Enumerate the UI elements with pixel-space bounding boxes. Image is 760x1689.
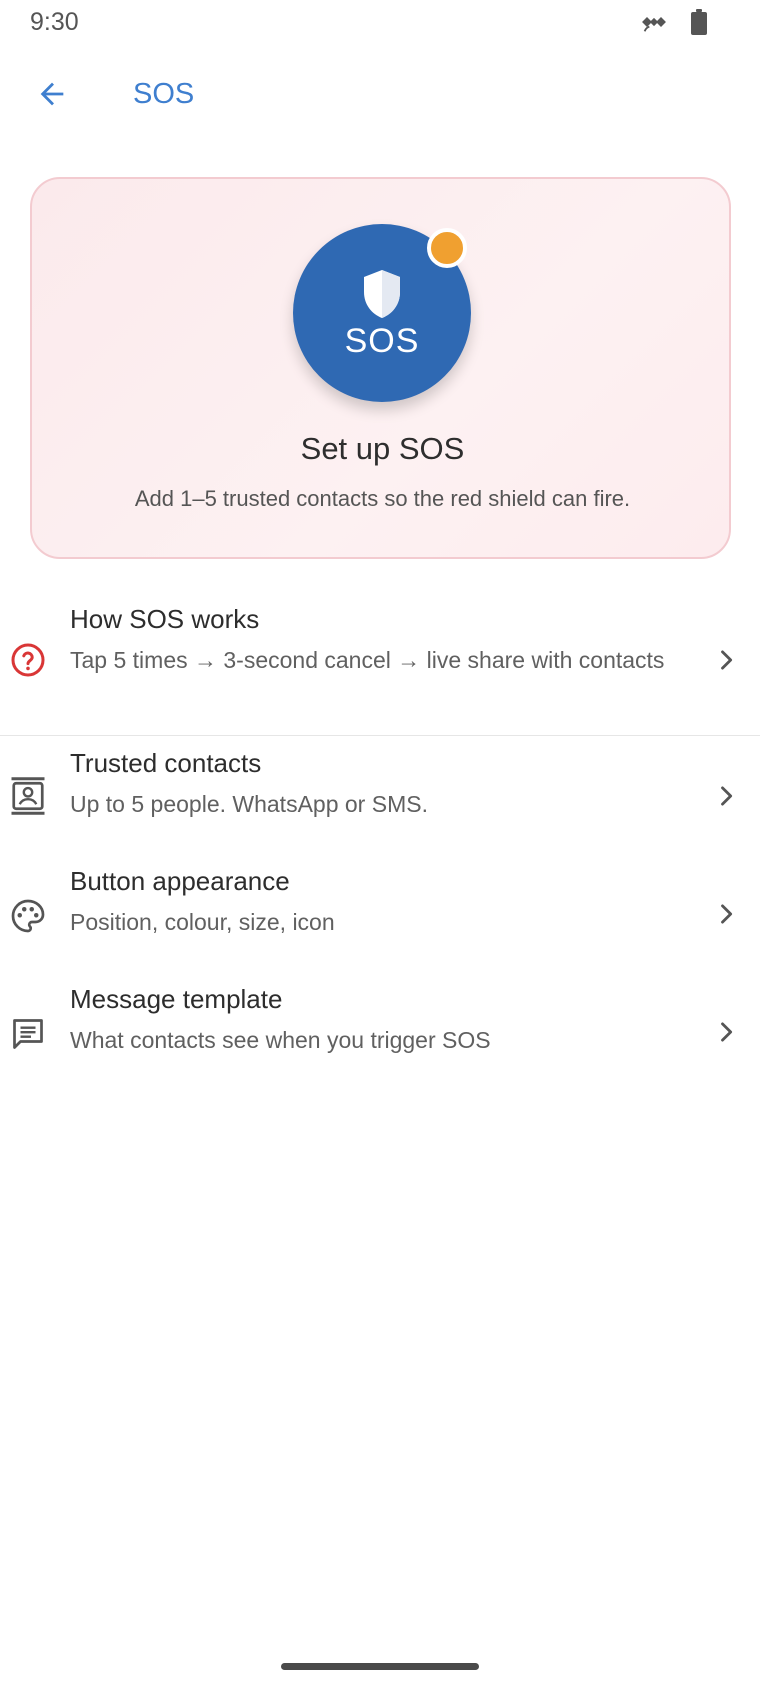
status-icons: [640, 8, 708, 41]
back-button[interactable]: [28, 74, 76, 118]
status-bar: 9:30: [0, 0, 760, 44]
battery-icon: [690, 9, 708, 40]
page-title: SOS: [133, 78, 195, 110]
settings-item-title: Message template: [70, 984, 283, 1014]
chevron-right-icon: [712, 646, 740, 674]
satellite-icon: [640, 8, 668, 41]
help-circle-icon: [8, 640, 48, 680]
chevron-right-icon: [712, 900, 740, 928]
settings-item-subtitle: What contacts see when you trigger SOS: [70, 1027, 491, 1053]
settings-item-subtitle: Position, colour, size, icon: [70, 909, 335, 935]
settings-item-button-appearance[interactable]: Button appearance Position, colour, size…: [0, 854, 760, 972]
settings-item-title: Trusted contacts: [70, 748, 262, 778]
hero-subtitle: Add 1–5 trusted contacts so the red shie…: [134, 486, 631, 511]
settings-item-title: How SOS works: [70, 604, 260, 634]
setup-sos-card[interactable]: SOS Set up SOS Add 1–5 trusted contacts …: [30, 177, 731, 559]
message-icon: [8, 1014, 48, 1054]
hero-title: Set up SOS: [300, 431, 465, 466]
contacts-icon: [8, 776, 48, 816]
settings-item-how-sos-works[interactable]: How SOS works Tap 5 times → 3-second can…: [0, 590, 760, 736]
chevron-right-icon: [712, 1018, 740, 1046]
settings-item-trusted-contacts[interactable]: Trusted contacts Up to 5 people. WhatsAp…: [0, 736, 760, 854]
settings-item-title: Button appearance: [70, 866, 290, 896]
arrow-back-icon: [35, 77, 69, 116]
status-time: 9:30: [30, 8, 79, 36]
settings-item-subtitle: Tap 5 times → 3-second cancel → live sha…: [70, 647, 665, 673]
sos-badge-label: SOS: [344, 322, 420, 360]
app-bar: SOS: [0, 60, 760, 132]
shield-icon: [360, 268, 404, 320]
settings-list: How SOS works Tap 5 times → 3-second can…: [0, 590, 760, 1090]
settings-item-subtitle: Up to 5 people. WhatsApp or SMS.: [70, 791, 428, 817]
palette-icon: [8, 896, 48, 936]
chevron-right-icon: [712, 782, 740, 810]
settings-item-message-template[interactable]: Message template What contacts see when …: [0, 972, 760, 1090]
home-indicator[interactable]: [281, 1663, 479, 1670]
status-dot: [427, 228, 467, 268]
